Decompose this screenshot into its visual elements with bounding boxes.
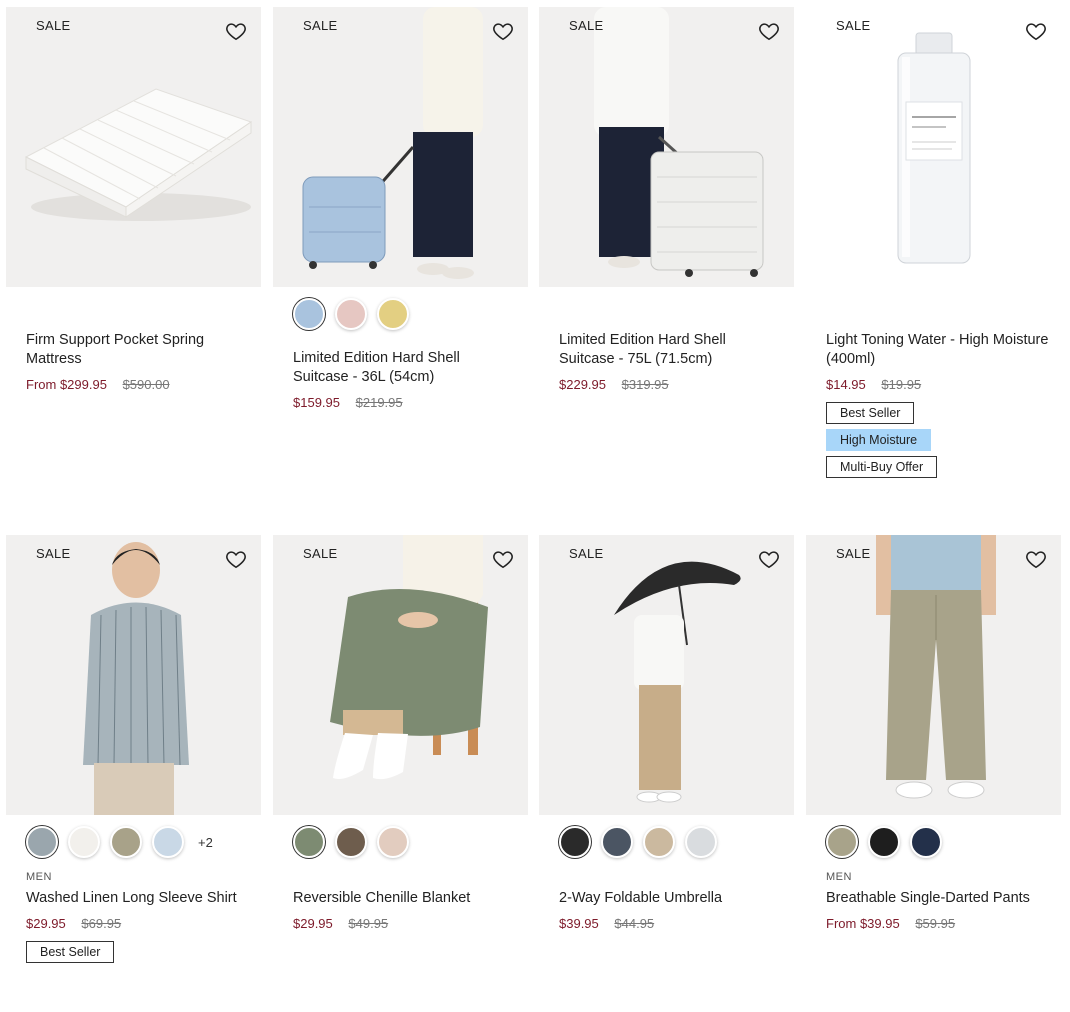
- product-name[interactable]: Washed Linen Long Sleeve Shirt: [26, 889, 251, 908]
- product-card-mattress[interactable]: SALE Firm Support Pocket Spring Mattress…: [6, 7, 261, 392]
- original-price: $19.95: [881, 377, 922, 392]
- product-image[interactable]: SALE: [806, 535, 1061, 815]
- color-swatch[interactable]: [68, 826, 100, 858]
- color-swatch[interactable]: [335, 826, 367, 858]
- product-card-toning-water[interactable]: SALE Light Toning Water - High Moisture …: [806, 7, 1061, 478]
- sale-label: SALE: [36, 18, 71, 33]
- product-image[interactable]: SALE: [539, 535, 794, 815]
- product-card-pants[interactable]: SALE MEN Breathable Single-Darted Pants …: [806, 535, 1061, 931]
- product-name[interactable]: 2-Way Foldable Umbrella: [559, 889, 784, 908]
- sale-price: From $39.95: [826, 916, 900, 931]
- sale-price: From $299.95: [26, 377, 107, 392]
- product-name[interactable]: Reversible Chenille Blanket: [293, 889, 518, 908]
- color-swatch[interactable]: [335, 298, 367, 330]
- color-swatch[interactable]: [643, 826, 675, 858]
- chenille-blanket-model-image: [273, 535, 528, 815]
- color-swatches: [293, 297, 528, 331]
- product-image[interactable]: SALE: [273, 535, 528, 815]
- sale-label: SALE: [303, 546, 338, 561]
- product-name[interactable]: Breathable Single-Darted Pants: [826, 889, 1051, 908]
- color-swatches: [559, 825, 794, 859]
- heart-icon[interactable]: [492, 548, 514, 570]
- color-swatch[interactable]: [152, 826, 184, 858]
- product-name[interactable]: Limited Edition Hard Shell Suitcase - 75…: [559, 331, 784, 369]
- more-colors-count[interactable]: +2: [198, 835, 213, 850]
- color-swatch[interactable]: [110, 826, 142, 858]
- heart-icon[interactable]: [758, 20, 780, 42]
- original-price: $59.95: [915, 916, 956, 931]
- product-category: MEN: [26, 871, 52, 883]
- color-swatches: [826, 825, 1061, 859]
- linen-shirt-model-image: [6, 535, 261, 815]
- product-name[interactable]: Light Toning Water - High Moisture (400m…: [826, 331, 1051, 369]
- best-seller-badge: Best Seller: [26, 941, 115, 963]
- color-swatch[interactable]: [293, 826, 325, 858]
- original-price: $44.95: [614, 916, 655, 931]
- suitcase-model-image: [273, 7, 528, 287]
- suitcase-model-image: [539, 7, 794, 287]
- color-swatch[interactable]: [26, 826, 58, 858]
- color-swatch[interactable]: [826, 826, 858, 858]
- sale-price: $159.95: [293, 395, 340, 410]
- product-card-linen-shirt[interactable]: SALE +2 MEN Washed Linen Long Sleeve Shi…: [6, 535, 261, 963]
- sale-price: $229.95: [559, 377, 606, 392]
- color-swatch[interactable]: [293, 298, 325, 330]
- product-card-suitcase-75l[interactable]: SALE Limited Edition Hard Shell Suitcase…: [539, 7, 794, 392]
- color-swatch[interactable]: [685, 826, 717, 858]
- color-swatch[interactable]: [377, 298, 409, 330]
- umbrella-model-image: [539, 535, 794, 815]
- high-moisture-badge: High Moisture: [826, 429, 932, 451]
- heart-icon[interactable]: [1025, 20, 1047, 42]
- product-image[interactable]: SALE: [806, 7, 1061, 287]
- pants-model-image: [806, 535, 1061, 815]
- heart-icon[interactable]: [225, 548, 247, 570]
- product-name[interactable]: Firm Support Pocket Spring Mattress: [26, 331, 251, 369]
- multi-buy-offer-badge: Multi-Buy Offer: [826, 456, 938, 478]
- heart-icon[interactable]: [758, 548, 780, 570]
- color-swatches: [293, 825, 528, 859]
- product-image[interactable]: SALE: [539, 7, 794, 287]
- sale-price: $29.95: [293, 916, 333, 931]
- product-image[interactable]: SALE: [273, 7, 528, 287]
- color-swatch[interactable]: [910, 826, 942, 858]
- product-image[interactable]: SALE: [6, 535, 261, 815]
- sale-label: SALE: [36, 546, 71, 561]
- toning-water-bottle-image: [806, 7, 1061, 287]
- sale-label: SALE: [303, 18, 338, 33]
- heart-icon[interactable]: [225, 20, 247, 42]
- sale-price: $29.95: [26, 916, 66, 931]
- product-card-umbrella[interactable]: SALE 2-Way Foldable Umbrella $39.95 $44.…: [539, 535, 794, 931]
- color-swatch[interactable]: [868, 826, 900, 858]
- color-swatch[interactable]: [559, 826, 591, 858]
- sale-label: SALE: [569, 546, 604, 561]
- product-name[interactable]: Limited Edition Hard Shell Suitcase - 36…: [293, 349, 518, 387]
- sale-price: $14.95: [826, 377, 866, 392]
- product-image[interactable]: SALE: [6, 7, 261, 287]
- original-price: $319.95: [621, 377, 669, 392]
- color-swatch[interactable]: [601, 826, 633, 858]
- color-swatch[interactable]: [377, 826, 409, 858]
- sale-label: SALE: [569, 18, 604, 33]
- best-seller-badge: Best Seller: [826, 402, 915, 424]
- original-price: $590.00: [122, 377, 170, 392]
- mattress-image: [6, 7, 261, 287]
- sale-label: SALE: [836, 546, 871, 561]
- original-price: $69.95: [81, 916, 122, 931]
- product-card-chenille-blanket[interactable]: SALE Reversible Chenille Blanket $29.95 …: [273, 535, 528, 931]
- product-category: MEN: [826, 871, 852, 883]
- product-card-suitcase-36l[interactable]: SALE Limited Edition Hard Shell Suitcase…: [273, 7, 528, 410]
- color-swatches: +2: [26, 825, 261, 859]
- original-price: $219.95: [355, 395, 403, 410]
- sale-price: $39.95: [559, 916, 599, 931]
- heart-icon[interactable]: [1025, 548, 1047, 570]
- original-price: $49.95: [348, 916, 389, 931]
- sale-label: SALE: [836, 18, 871, 33]
- heart-icon[interactable]: [492, 20, 514, 42]
